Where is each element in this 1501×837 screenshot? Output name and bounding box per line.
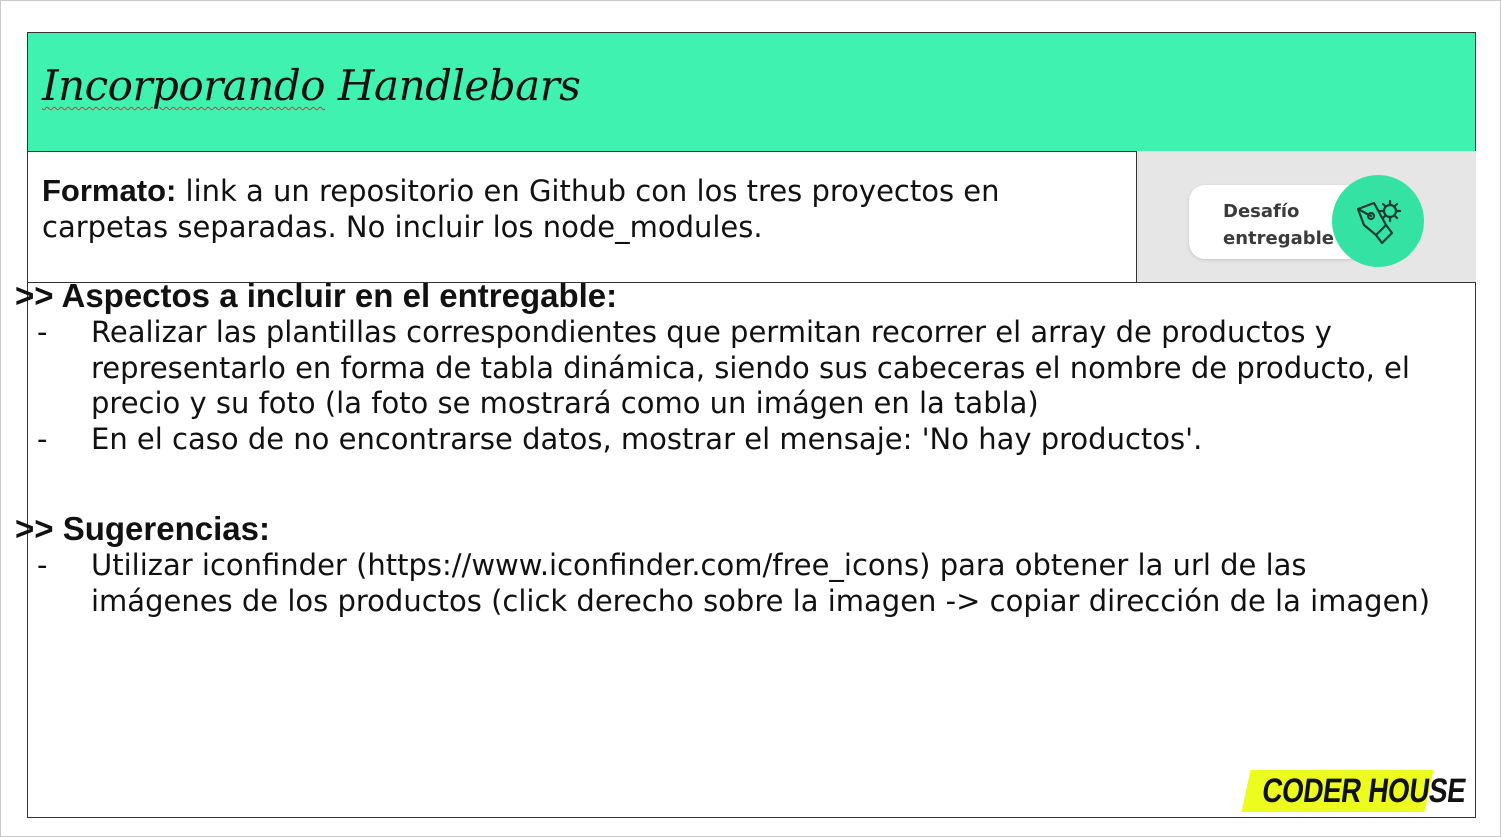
badge-line-1: Desafío — [1223, 201, 1300, 222]
pen-gear-icon — [1356, 199, 1402, 245]
list-item-text: Utilizar iconfinder (https://www.iconfin… — [91, 548, 1431, 618]
section-heading-sugerencias: >> Sugerencias: — [15, 510, 270, 547]
title-banner: Incorporando Handlebars — [28, 32, 1475, 152]
sugerencias-list: - Utilizar iconfinder (https://www.iconfi… — [15, 548, 1435, 619]
title-word-handlebars: Handlebars — [325, 61, 581, 110]
list-item: - En el caso de no encontrarse datos, mos… — [15, 422, 1435, 458]
title-word-incorporando: Incorporando — [42, 61, 326, 110]
badge-cell: Desafío entregable — [1136, 151, 1476, 282]
bullet-dash: - — [37, 421, 48, 456]
badge-icon-circle — [1332, 175, 1424, 267]
bullet-dash: - — [37, 315, 48, 349]
list-item-text: Realizar las plantillas correspondientes… — [91, 315, 1410, 420]
badge-line-2: entregable — [1223, 228, 1335, 249]
format-label: Formato: — [42, 173, 177, 208]
section-heading-aspectos: >> Aspectos a incluir en el entregable: — [15, 277, 618, 314]
main-content: >> Aspectos a incluir en el entregable: … — [15, 277, 1435, 619]
format-text: link a un repositorio en Github con los … — [42, 174, 1000, 244]
page-frame: Incorporando Handlebars Formato: link a … — [0, 0, 1501, 837]
logo-text: CODER HOUSE — [1260, 772, 1468, 810]
format-row: Formato: link a un repositorio en Github… — [28, 151, 1476, 283]
list-item: - Utilizar iconfinder (https://www.iconfi… — [15, 548, 1435, 619]
bullet-dash: - — [37, 548, 48, 582]
list-item: - Realizar las plantillas correspondiente… — [15, 315, 1435, 422]
format-description: Formato: link a un repositorio en Github… — [42, 173, 1102, 245]
coderhouse-logo: CODER HOUSE — [1241, 770, 1468, 812]
list-item-text: En el caso de no encontrarse datos, most… — [91, 421, 1203, 456]
badge-label: Desafío entregable — [1223, 198, 1343, 252]
page-title: Incorporando Handlebars — [42, 61, 581, 110]
aspectos-list: - Realizar las plantillas correspondiente… — [15, 315, 1435, 457]
